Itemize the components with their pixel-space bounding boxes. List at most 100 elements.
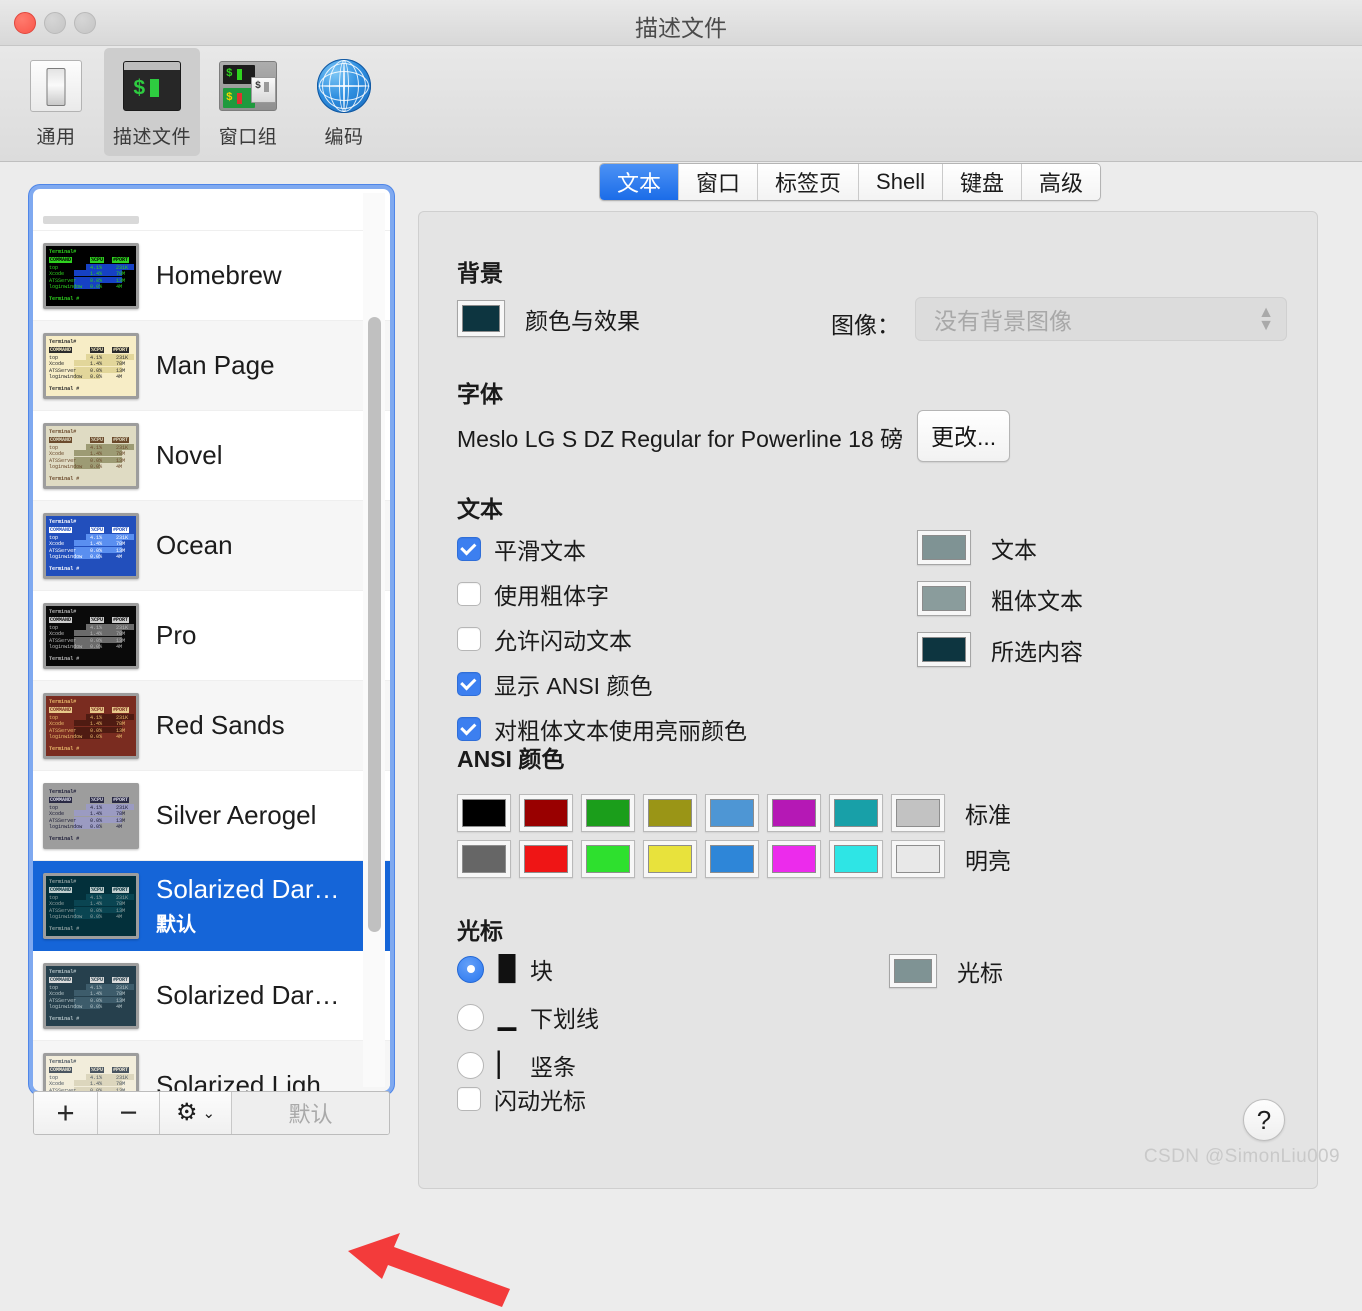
- background-section-heading: 背景: [457, 260, 503, 286]
- text-option-checkbox[interactable]: [457, 627, 481, 651]
- set-default-button[interactable]: 默认: [232, 1092, 389, 1134]
- text-color-well[interactable]: [917, 530, 971, 565]
- background-image-label: 图像：: [831, 312, 900, 338]
- list-item-label: Homebrew: [156, 260, 282, 290]
- text-section-heading: 文本: [457, 496, 503, 522]
- ansi-color-well[interactable]: [581, 840, 635, 878]
- list-item-default-badge: 默认: [156, 914, 196, 936]
- ansi-color-well[interactable]: [643, 840, 697, 878]
- list-item[interactable]: Terminal# COMMAND %CPU #PORT top 4.1% 231K Xcod…: [33, 231, 390, 321]
- cursor-option-row[interactable]: ▁ 下划线: [457, 1000, 599, 1034]
- text-option-label: 允许闪动文本: [494, 628, 632, 654]
- profile-settings-panel: 文本 窗口 标签页 Shell 键盘 高级 背景 颜色与效果 图像： 没有背景图像 ▲ ▼ …: [418, 163, 1318, 1189]
- ansi-color-well[interactable]: [829, 840, 883, 878]
- list-item[interactable]: Terminal# COMMAND %CPU #PORT top 4.1% 231K Xcod…: [33, 771, 390, 861]
- text-color-well-row: 文本: [917, 530, 1083, 565]
- list-item[interactable]: Terminal# COMMAND %CPU #PORT top 4.1% 231K Xcod…: [33, 1041, 390, 1091]
- tab-5[interactable]: 键盘: [942, 164, 1022, 200]
- cursor-option-row[interactable]: █ 块: [457, 952, 599, 986]
- text-option-label: 使用粗体字: [494, 583, 609, 609]
- profiles-list[interactable]: Terminal# COMMAND %CPU #PORT top 4.1% 231K Xcod…: [33, 189, 390, 1091]
- background-color-well[interactable]: [457, 300, 505, 337]
- change-font-button[interactable]: 更改...: [917, 410, 1011, 462]
- text-option-row[interactable]: 显示 ANSI 颜色: [457, 667, 747, 701]
- list-item-partial[interactable]: [33, 189, 390, 231]
- tab-4[interactable]: Shell: [859, 164, 943, 200]
- tab-1[interactable]: 文本: [600, 164, 680, 200]
- profile-thumbnail: Terminal# COMMAND %CPU #PORT top 4.1% 231K Xcod…: [43, 1052, 139, 1091]
- profile-thumbnail: Terminal# COMMAND %CPU #PORT top 4.1% 231K Xcod…: [43, 872, 139, 939]
- text-color-label: 文本: [991, 536, 1037, 563]
- stepper-icon[interactable]: ▲ ▼: [1258, 305, 1274, 334]
- list-item[interactable]: Terminal# COMMAND %CPU #PORT top 4.1% 231K Xcod…: [33, 591, 390, 681]
- ansi-row-label: 标准: [965, 802, 1011, 828]
- toolbar-item-window-groups-label: 窗口组: [218, 127, 278, 148]
- toolbar-item-profiles[interactable]: $ 描述文件: [104, 48, 200, 156]
- ansi-color-well[interactable]: [705, 794, 759, 832]
- text-option-checkbox[interactable]: [457, 672, 481, 696]
- profile-thumbnail: Terminal# COMMAND %CPU #PORT top 4.1% 231K Xcod…: [43, 242, 139, 309]
- ansi-color-well[interactable]: [581, 794, 635, 832]
- list-item[interactable]: Terminal# COMMAND %CPU #PORT top 4.1% 231K Xcod…: [33, 411, 390, 501]
- window-group-icon: $ $ $: [219, 57, 277, 115]
- tab-3[interactable]: 标签页: [758, 164, 860, 200]
- cursor-option-radio[interactable]: [457, 1051, 484, 1079]
- text-option-checkbox[interactable]: [457, 717, 481, 741]
- list-item-label: Solarized Ligh…: [156, 1070, 347, 1091]
- text-option-checkbox[interactable]: [457, 537, 481, 561]
- blink-cursor-checkbox[interactable]: [457, 1087, 481, 1111]
- remove-profile-button[interactable]: −: [98, 1092, 160, 1134]
- list-item-label: Solarized Dar…: [156, 874, 340, 904]
- list-item[interactable]: Terminal# COMMAND %CPU #PORT top 4.1% 231K Xcod…: [33, 861, 390, 951]
- text-option-row[interactable]: 允许闪动文本: [457, 622, 747, 656]
- text-color-well[interactable]: [917, 581, 971, 616]
- text-option-checkbox[interactable]: [457, 582, 481, 606]
- ansi-color-well[interactable]: [457, 840, 511, 878]
- terminal-window-icon: $: [123, 57, 181, 115]
- color-and-effects-label: 颜色与效果: [525, 307, 640, 334]
- ansi-color-well[interactable]: [705, 840, 759, 878]
- text-option-row[interactable]: 平滑文本: [457, 532, 747, 566]
- profile-thumbnail: Terminal# COMMAND %CPU #PORT top 4.1% 231K Xcod…: [43, 962, 139, 1029]
- ansi-color-well[interactable]: [519, 794, 573, 832]
- profiles-sidebar: Terminal# COMMAND %CPU #PORT top 4.1% 231K Xcod…: [33, 189, 390, 1091]
- ansi-color-well[interactable]: [767, 794, 821, 832]
- text-option-label: 平滑文本: [494, 538, 586, 564]
- cursor-option-row[interactable]: ▏ 竖条: [457, 1048, 599, 1082]
- background-image-value: 没有背景图像: [934, 308, 1072, 334]
- ansi-color-well[interactable]: [643, 794, 697, 832]
- help-button[interactable]: ?: [1243, 1099, 1285, 1141]
- text-option-row[interactable]: 使用粗体字: [457, 577, 747, 611]
- list-item[interactable]: Terminal# COMMAND %CPU #PORT top 4.1% 231K Xcod…: [33, 681, 390, 771]
- background-image-popup[interactable]: 没有背景图像 ▲ ▼: [915, 297, 1287, 341]
- toolbar-item-general[interactable]: 通用: [8, 48, 104, 156]
- list-item-label: Pro: [156, 620, 197, 650]
- list-item[interactable]: Terminal# COMMAND %CPU #PORT top 4.1% 231K Xcod…: [33, 321, 390, 411]
- text-color-well[interactable]: [917, 632, 971, 667]
- cursor-shape-icon: ▁: [497, 1003, 517, 1031]
- ansi-color-well[interactable]: [519, 840, 573, 878]
- cursor-option-radio[interactable]: [457, 1003, 484, 1031]
- cursor-option-radio[interactable]: [457, 955, 484, 983]
- tab-2[interactable]: 窗口: [679, 164, 759, 200]
- tab-6[interactable]: 高级: [1021, 164, 1100, 200]
- ansi-color-well[interactable]: [767, 840, 821, 878]
- profiles-scrollbar-thumb[interactable]: [368, 317, 381, 932]
- add-profile-button[interactable]: +: [34, 1092, 98, 1134]
- settings-tab-bar: 文本 窗口 标签页 Shell 键盘 高级: [599, 163, 1101, 201]
- toolbar-item-window-groups[interactable]: $ $ $ 窗口组: [200, 48, 296, 156]
- toolbar-item-encoding[interactable]: 编码: [296, 48, 392, 156]
- list-item[interactable]: Terminal# COMMAND %CPU #PORT top 4.1% 231K Xcod…: [33, 501, 390, 591]
- ansi-color-well[interactable]: [457, 794, 511, 832]
- blink-cursor-row[interactable]: 闪动光标: [457, 1082, 586, 1116]
- ansi-color-well[interactable]: [829, 794, 883, 832]
- toolbar-item-encoding-label: 编码: [324, 127, 364, 148]
- text-color-label: 粗体文本: [991, 587, 1083, 614]
- profile-actions-menu-button[interactable]: ⚙ ⌄: [160, 1092, 232, 1134]
- ansi-color-well[interactable]: [891, 840, 945, 878]
- ansi-color-well[interactable]: [891, 794, 945, 832]
- globe-icon: [315, 57, 373, 115]
- cursor-color-well[interactable]: [889, 954, 937, 988]
- list-item[interactable]: Terminal# COMMAND %CPU #PORT top 4.1% 231K Xcod…: [33, 951, 390, 1041]
- profile-thumbnail: Terminal# COMMAND %CPU #PORT top 4.1% 231K Xcod…: [43, 782, 139, 849]
